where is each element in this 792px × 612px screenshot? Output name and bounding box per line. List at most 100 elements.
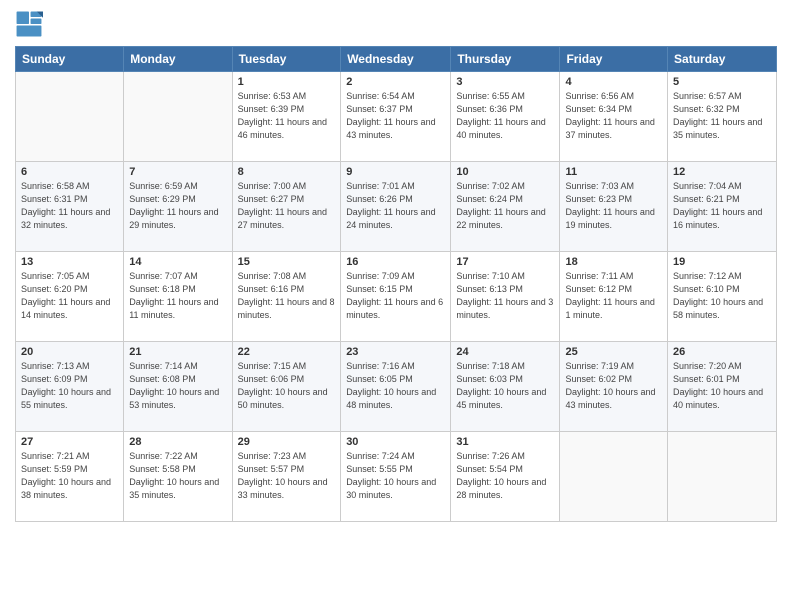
- calendar-cell: 3Sunrise: 6:55 AMSunset: 6:36 PMDaylight…: [451, 72, 560, 162]
- day-info: Sunrise: 7:04 AMSunset: 6:21 PMDaylight:…: [673, 180, 771, 232]
- day-info: Sunrise: 7:05 AMSunset: 6:20 PMDaylight:…: [21, 270, 118, 322]
- day-info: Sunrise: 7:24 AMSunset: 5:55 PMDaylight:…: [346, 450, 445, 502]
- logo-icon: [15, 10, 43, 38]
- calendar-cell: 10 Sunrise: 7:02 AMSunset: 6:24 PMDayligh…: [451, 162, 560, 252]
- day-info: Sunrise: 7:03 AMSunset: 6:23 PMDaylight:…: [565, 180, 662, 232]
- day-number: 11: [565, 166, 662, 178]
- day-info: Sunrise: 7:02 AMSunset: 6:24 PMDaylight:…: [456, 180, 554, 232]
- day-number: 25: [565, 346, 662, 358]
- day-number: 8: [238, 166, 336, 178]
- day-info: Sunrise: 6:58 AMSunset: 6:31 PMDaylight:…: [21, 180, 118, 232]
- calendar-week-row: 27Sunrise: 7:21 AMSunset: 5:59 PMDayligh…: [16, 432, 777, 522]
- day-number: 31: [456, 436, 554, 448]
- header: [15, 10, 777, 38]
- day-info: Sunrise: 7:22 AMSunset: 5:58 PMDaylight:…: [129, 450, 226, 502]
- calendar-cell: 1Sunrise: 6:53 AMSunset: 6:39 PMDaylight…: [232, 72, 341, 162]
- day-number: 17: [456, 256, 554, 268]
- day-number: 4: [565, 76, 662, 88]
- day-number: 22: [238, 346, 336, 358]
- day-info: Sunrise: 7:08 AMSunset: 6:16 PMDaylight:…: [238, 270, 336, 322]
- day-info: Sunrise: 7:13 AMSunset: 6:09 PMDaylight:…: [21, 360, 118, 412]
- day-info: Sunrise: 7:14 AMSunset: 6:08 PMDaylight:…: [129, 360, 226, 412]
- calendar-cell: 24Sunrise: 7:18 AMSunset: 6:03 PMDayligh…: [451, 342, 560, 432]
- calendar-cell: 30 Sunrise: 7:24 AMSunset: 5:55 PMDayligh…: [341, 432, 451, 522]
- calendar-cell: 7 Sunrise: 6:59 AMSunset: 6:29 PMDaylight…: [124, 162, 232, 252]
- day-info: Sunrise: 7:20 AMSunset: 6:01 PMDaylight:…: [673, 360, 771, 412]
- day-info: Sunrise: 6:56 AMSunset: 6:34 PMDaylight:…: [565, 90, 662, 142]
- weekday-header-saturday: Saturday: [668, 47, 777, 72]
- calendar-cell: [16, 72, 124, 162]
- day-info: Sunrise: 7:19 AMSunset: 6:02 PMDaylight:…: [565, 360, 662, 412]
- calendar-cell: 26 Sunrise: 7:20 AMSunset: 6:01 PMDayligh…: [668, 342, 777, 432]
- calendar-week-row: 20 Sunrise: 7:13 AMSunset: 6:09 PMDayligh…: [16, 342, 777, 432]
- day-info: Sunrise: 7:09 AMSunset: 6:15 PMDaylight:…: [346, 270, 445, 322]
- calendar-cell: 14 Sunrise: 7:07 AMSunset: 6:18 PMDayligh…: [124, 252, 232, 342]
- calendar-week-row: 6 Sunrise: 6:58 AMSunset: 6:31 PMDaylight…: [16, 162, 777, 252]
- calendar-cell: 4 Sunrise: 6:56 AMSunset: 6:34 PMDaylight…: [560, 72, 668, 162]
- day-info: Sunrise: 7:01 AMSunset: 6:26 PMDaylight:…: [346, 180, 445, 232]
- day-number: 18: [565, 256, 662, 268]
- calendar-cell: 31Sunrise: 7:26 AMSunset: 5:54 PMDayligh…: [451, 432, 560, 522]
- calendar-cell: 18 Sunrise: 7:11 AMSunset: 6:12 PMDayligh…: [560, 252, 668, 342]
- day-info: Sunrise: 6:54 AMSunset: 6:37 PMDaylight:…: [346, 90, 445, 142]
- logo: [15, 10, 47, 38]
- day-info: Sunrise: 7:12 AMSunset: 6:10 PMDaylight:…: [673, 270, 771, 322]
- day-info: Sunrise: 7:11 AMSunset: 6:12 PMDaylight:…: [565, 270, 662, 322]
- calendar-cell: 28Sunrise: 7:22 AMSunset: 5:58 PMDayligh…: [124, 432, 232, 522]
- calendar-header-row: SundayMondayTuesdayWednesdayThursdayFrid…: [16, 47, 777, 72]
- calendar-cell: 23 Sunrise: 7:16 AMSunset: 6:05 PMDayligh…: [341, 342, 451, 432]
- calendar-cell: 8Sunrise: 7:00 AMSunset: 6:27 PMDaylight…: [232, 162, 341, 252]
- calendar-cell: 29 Sunrise: 7:23 AMSunset: 5:57 PMDayligh…: [232, 432, 341, 522]
- calendar-cell: 17Sunrise: 7:10 AMSunset: 6:13 PMDayligh…: [451, 252, 560, 342]
- calendar-cell: 16 Sunrise: 7:09 AMSunset: 6:15 PMDayligh…: [341, 252, 451, 342]
- day-number: 29: [238, 436, 336, 448]
- day-number: 7: [129, 166, 226, 178]
- calendar-cell: 25 Sunrise: 7:19 AMSunset: 6:02 PMDayligh…: [560, 342, 668, 432]
- calendar-page: SundayMondayTuesdayWednesdayThursdayFrid…: [0, 0, 792, 612]
- day-number: 23: [346, 346, 445, 358]
- day-info: Sunrise: 6:59 AMSunset: 6:29 PMDaylight:…: [129, 180, 226, 232]
- weekday-header-friday: Friday: [560, 47, 668, 72]
- day-number: 20: [21, 346, 118, 358]
- day-info: Sunrise: 6:57 AMSunset: 6:32 PMDaylight:…: [673, 90, 771, 142]
- calendar-week-row: 1Sunrise: 6:53 AMSunset: 6:39 PMDaylight…: [16, 72, 777, 162]
- day-number: 6: [21, 166, 118, 178]
- day-number: 19: [673, 256, 771, 268]
- day-number: 12: [673, 166, 771, 178]
- day-number: 15: [238, 256, 336, 268]
- calendar-cell: 20 Sunrise: 7:13 AMSunset: 6:09 PMDayligh…: [16, 342, 124, 432]
- calendar-cell: 15 Sunrise: 7:08 AMSunset: 6:16 PMDayligh…: [232, 252, 341, 342]
- calendar-cell: [668, 432, 777, 522]
- day-number: 14: [129, 256, 226, 268]
- day-number: 30: [346, 436, 445, 448]
- day-info: Sunrise: 6:53 AMSunset: 6:39 PMDaylight:…: [238, 90, 336, 142]
- day-number: 21: [129, 346, 226, 358]
- calendar-week-row: 13 Sunrise: 7:05 AMSunset: 6:20 PMDayligh…: [16, 252, 777, 342]
- calendar-cell: 21 Sunrise: 7:14 AMSunset: 6:08 PMDayligh…: [124, 342, 232, 432]
- day-number: 10: [456, 166, 554, 178]
- weekday-header-sunday: Sunday: [16, 47, 124, 72]
- calendar-cell: 5Sunrise: 6:57 AMSunset: 6:32 PMDaylight…: [668, 72, 777, 162]
- calendar-cell: [124, 72, 232, 162]
- calendar-cell: 27Sunrise: 7:21 AMSunset: 5:59 PMDayligh…: [16, 432, 124, 522]
- day-info: Sunrise: 7:23 AMSunset: 5:57 PMDaylight:…: [238, 450, 336, 502]
- calendar-table: SundayMondayTuesdayWednesdayThursdayFrid…: [15, 46, 777, 522]
- calendar-cell: 13 Sunrise: 7:05 AMSunset: 6:20 PMDayligh…: [16, 252, 124, 342]
- calendar-cell: [560, 432, 668, 522]
- calendar-cell: 2 Sunrise: 6:54 AMSunset: 6:37 PMDaylight…: [341, 72, 451, 162]
- day-number: 3: [456, 76, 554, 88]
- day-info: Sunrise: 7:07 AMSunset: 6:18 PMDaylight:…: [129, 270, 226, 322]
- day-info: Sunrise: 7:16 AMSunset: 6:05 PMDaylight:…: [346, 360, 445, 412]
- day-number: 16: [346, 256, 445, 268]
- calendar-cell: 11 Sunrise: 7:03 AMSunset: 6:23 PMDayligh…: [560, 162, 668, 252]
- calendar-cell: 22Sunrise: 7:15 AMSunset: 6:06 PMDayligh…: [232, 342, 341, 432]
- day-number: 24: [456, 346, 554, 358]
- day-number: 2: [346, 76, 445, 88]
- calendar-cell: 6 Sunrise: 6:58 AMSunset: 6:31 PMDaylight…: [16, 162, 124, 252]
- weekday-header-thursday: Thursday: [451, 47, 560, 72]
- day-number: 13: [21, 256, 118, 268]
- day-number: 9: [346, 166, 445, 178]
- day-number: 26: [673, 346, 771, 358]
- weekday-header-tuesday: Tuesday: [232, 47, 341, 72]
- calendar-cell: 12 Sunrise: 7:04 AMSunset: 6:21 PMDayligh…: [668, 162, 777, 252]
